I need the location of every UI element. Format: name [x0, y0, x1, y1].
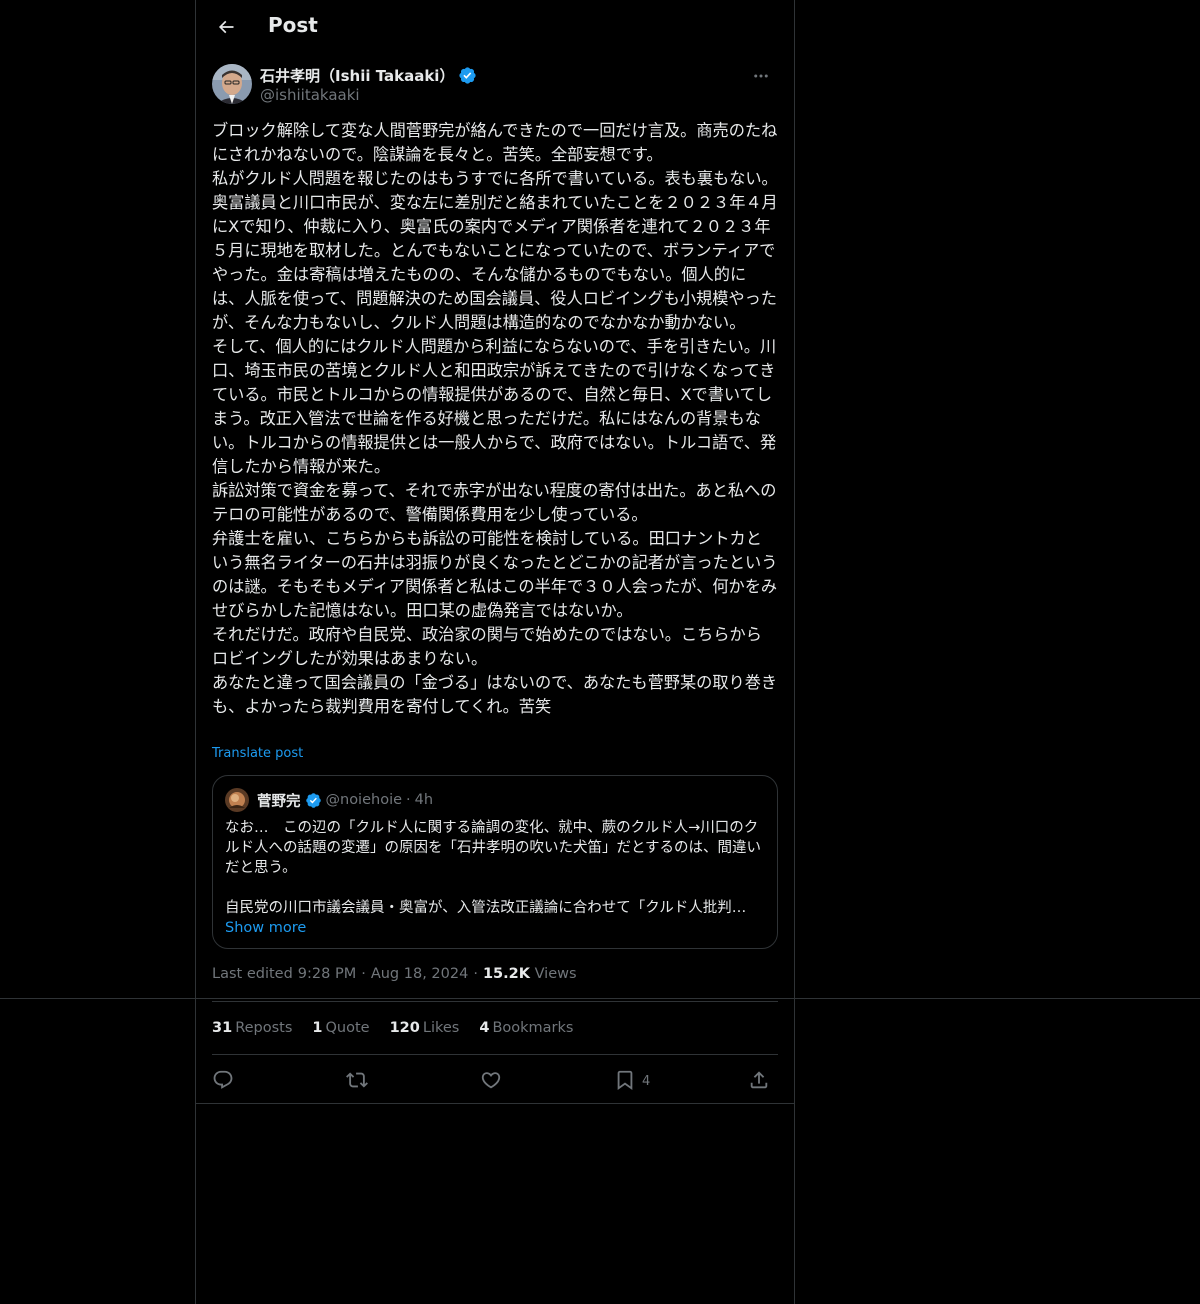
more-options-button[interactable] — [744, 64, 778, 88]
views-count: 15.2K — [482, 966, 530, 982]
quotes-stat[interactable]: 1 Quote — [312, 1020, 369, 1036]
verified-badge-icon[interactable] — [458, 66, 477, 85]
bookmark-count: 4 — [642, 1074, 651, 1089]
likes-stat[interactable]: 120 Likes — [390, 1020, 460, 1036]
show-more-link[interactable]: Show more — [225, 918, 765, 938]
quoted-post[interactable]: 菅野完 @noiehoie · 4h なお… この辺の「クルド人に関する論調の変… — [212, 775, 778, 949]
views-label: Views — [534, 966, 577, 982]
author-name-row: 石井孝明（Ishii Takaaki） — [260, 65, 477, 86]
more-horizontal-icon — [752, 67, 770, 85]
repost-button[interactable] — [346, 1063, 368, 1097]
repost-icon — [346, 1069, 368, 1091]
quoted-post-time[interactable]: 4h — [415, 792, 433, 808]
quoted-post-header: 菅野完 @noiehoie · 4h — [225, 788, 433, 812]
reply-icon — [212, 1069, 234, 1091]
post-stats: 31 Reposts 1 Quote 120 Likes 4 Bookmarks — [212, 1020, 573, 1036]
reposts-stat[interactable]: 31 Reposts — [212, 1020, 292, 1036]
divider — [196, 1103, 794, 1104]
bookmark-button[interactable]: 4 — [614, 1063, 650, 1097]
quoted-post-text: なお… この辺の「クルド人に関する論調の変化、就中、蕨のクルド人→川口のクルド人… — [225, 818, 765, 938]
post-time[interactable]: 9:28 PM — [298, 966, 356, 982]
divider — [212, 1001, 778, 1002]
quoted-post-body-line: 自民党の川口市議会議員・奥富が、入管法改正議論に合わせて「クルド人批判… — [225, 900, 747, 916]
post-column: Post 石井孝明（Ishii Takaaki） @ishiitakaaki ブ… — [195, 0, 795, 1304]
share-icon — [748, 1069, 770, 1091]
translate-post-link[interactable]: Translate post — [212, 746, 303, 761]
dot-separator: · — [473, 966, 478, 982]
reply-button[interactable] — [212, 1063, 234, 1097]
post-date[interactable]: Aug 18, 2024 — [371, 966, 469, 982]
dot-separator: · — [406, 792, 411, 808]
heart-icon — [480, 1069, 502, 1091]
quoted-author-handle[interactable]: @noiehoie — [326, 792, 403, 808]
share-button[interactable] — [748, 1063, 770, 1097]
page: Post 石井孝明（Ishii Takaaki） @ishiitakaaki ブ… — [0, 0, 1200, 1304]
quoted-author-name[interactable]: 菅野完 — [257, 790, 301, 811]
edited-label[interactable]: Last edited — [212, 966, 293, 982]
author-handle[interactable]: @ishiitakaaki — [260, 86, 360, 104]
quoted-author-avatar[interactable] — [225, 788, 249, 812]
post-text: ブロック解除して変な人間菅野完が絡んできたので一回だけ言及。商売のたねにされかね… — [212, 121, 778, 716]
arrow-left-icon — [216, 17, 236, 37]
verified-badge-icon — [305, 792, 322, 809]
bookmark-icon — [614, 1069, 636, 1091]
bookmarks-stat[interactable]: 4 Bookmarks — [479, 1020, 573, 1036]
author-avatar[interactable] — [212, 64, 252, 104]
action-bar: 4 — [212, 1063, 778, 1097]
divider — [212, 1054, 778, 1055]
back-button[interactable] — [208, 9, 244, 45]
page-title: Post — [268, 13, 318, 37]
dot-separator: · — [361, 966, 366, 982]
quoted-post-body: なお… この辺の「クルド人に関する論調の変化、就中、蕨のクルド人→川口のクルド人… — [225, 820, 762, 876]
header: Post — [196, 0, 794, 53]
like-button[interactable] — [480, 1063, 502, 1097]
post-meta: Last edited 9:28 PM · Aug 18, 2024 · 15.… — [212, 966, 577, 982]
post-author: 石井孝明（Ishii Takaaki） @ishiitakaaki — [212, 64, 778, 108]
author-display-name[interactable]: 石井孝明（Ishii Takaaki） — [260, 65, 454, 86]
